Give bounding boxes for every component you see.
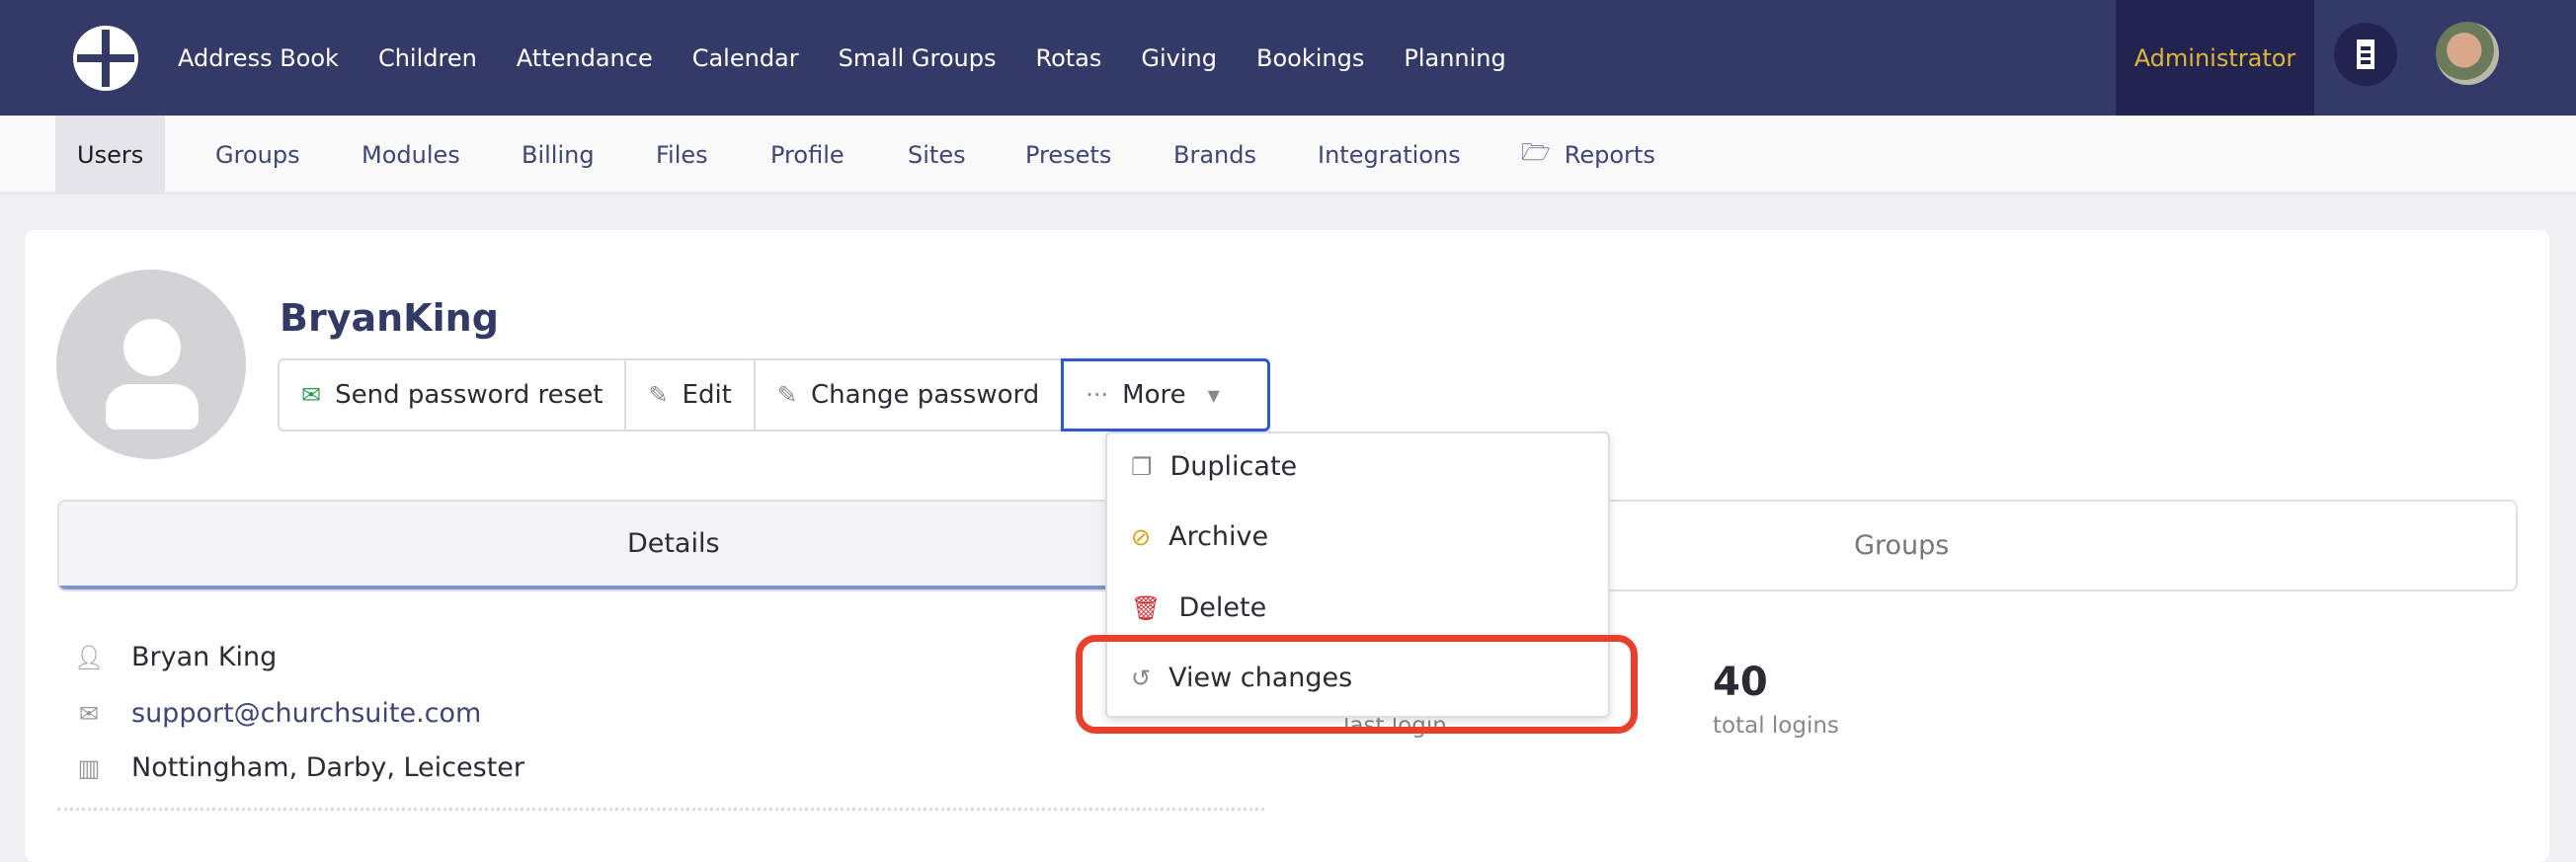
detail-name: 👤︎ Bryan King <box>74 642 277 672</box>
trash-icon: 🗑︎ <box>1131 593 1162 622</box>
person-icon: 👤︎ <box>74 643 105 671</box>
nav-small-groups[interactable]: Small Groups <box>839 44 997 72</box>
page-title: BryanKing <box>280 296 499 340</box>
highlight-annotation <box>1076 635 1638 734</box>
duplicate-label: Duplicate <box>1169 451 1298 482</box>
send-password-reset-button[interactable]: ✉ Send password reset <box>278 358 627 431</box>
detail-sites: ▥ Nottingham, Darby, Leicester <box>74 752 524 783</box>
administrator-link[interactable]: Administrator <box>2116 0 2314 116</box>
sites-text: Nottingham, Darby, Leicester <box>131 752 524 783</box>
folder-icon: 🗁 <box>1521 137 1551 166</box>
delete-label: Delete <box>1178 592 1267 623</box>
menu-item-archive[interactable]: ⊘ Archive <box>1131 521 1268 552</box>
subnav-brands[interactable]: Brands <box>1173 116 1256 195</box>
more-label: More <box>1122 380 1186 410</box>
subnav-groups[interactable]: Groups <box>215 116 300 195</box>
subnav-profile[interactable]: Profile <box>770 116 845 195</box>
detail-email: ✉ support@churchsuite.com <box>74 698 481 729</box>
nav-giving[interactable]: Giving <box>1141 44 1217 72</box>
subnav-integrations[interactable]: Integrations <box>1318 116 1461 195</box>
main-nav: Address Book Children Attendance Calenda… <box>178 0 1506 116</box>
more-dropdown-button[interactable]: ··· More ▼ <box>1061 358 1271 431</box>
email-link[interactable]: support@churchsuite.com <box>131 698 481 729</box>
pencil-icon: ✎ <box>648 381 669 409</box>
top-header: Address Book Children Attendance Calenda… <box>0 0 2576 116</box>
building-icon: ▥ <box>77 753 101 782</box>
user-avatar[interactable] <box>2436 22 2499 85</box>
menu-item-delete[interactable]: 🗑︎ Delete <box>1131 592 1266 623</box>
nav-bookings[interactable]: Bookings <box>1256 44 1364 72</box>
nav-rotas[interactable]: Rotas <box>1035 44 1101 72</box>
subnav-files[interactable]: Files <box>656 116 708 195</box>
nav-children[interactable]: Children <box>378 44 477 72</box>
nav-attendance[interactable]: Attendance <box>517 44 653 72</box>
tab-details[interactable]: Details <box>59 502 1288 589</box>
subnav-presets[interactable]: Presets <box>1025 116 1111 195</box>
edit-label: Edit <box>682 380 732 410</box>
envelope-icon: ✉ <box>78 699 100 728</box>
change-password-label: Change password <box>811 380 1040 410</box>
divider <box>57 808 1264 811</box>
total-logins-value: 40 <box>1713 660 1768 705</box>
full-name: Bryan King <box>131 642 278 672</box>
caret-down-icon: ▼ <box>1207 385 1220 405</box>
send-reset-label: Send password reset <box>335 380 604 410</box>
nav-address-book[interactable]: Address Book <box>178 44 339 72</box>
sub-nav: Users Groups Modules Billing Files Profi… <box>0 116 2576 195</box>
action-buttons: ✉ Send password reset ✎ Edit ✎ Change passw… <box>278 358 1271 431</box>
pencil-icon: ✎ <box>776 381 797 409</box>
subnav-billing[interactable]: Billing <box>522 116 595 195</box>
ban-icon: ⊘ <box>1131 522 1152 551</box>
ellipsis-icon: ··· <box>1086 381 1109 409</box>
change-password-button[interactable]: ✎ Change password <box>753 358 1064 431</box>
menu-item-duplicate[interactable]: ❐ Duplicate <box>1131 451 1297 482</box>
subnav-sites[interactable]: Sites <box>908 116 966 195</box>
total-logins-label: total logins <box>1713 713 1839 739</box>
user-avatar-placeholder <box>56 270 246 459</box>
subnav-reports-label: Reports <box>1564 141 1655 169</box>
archive-label: Archive <box>1168 521 1269 552</box>
subnav-users[interactable]: Users <box>55 116 166 195</box>
subnav-reports[interactable]: 🗁 Reports <box>1521 116 1655 195</box>
edit-button[interactable]: ✎ Edit <box>624 358 756 431</box>
churchsuite-logo[interactable] <box>73 26 138 91</box>
nav-calendar[interactable]: Calendar <box>692 44 799 72</box>
building-icon <box>2357 39 2375 69</box>
envelope-icon: ✉ <box>301 381 322 409</box>
nav-planning[interactable]: Planning <box>1404 44 1505 72</box>
subnav-modules[interactable]: Modules <box>362 116 460 195</box>
building-icon-button[interactable] <box>2334 23 2397 86</box>
copy-icon: ❐ <box>1131 452 1153 481</box>
